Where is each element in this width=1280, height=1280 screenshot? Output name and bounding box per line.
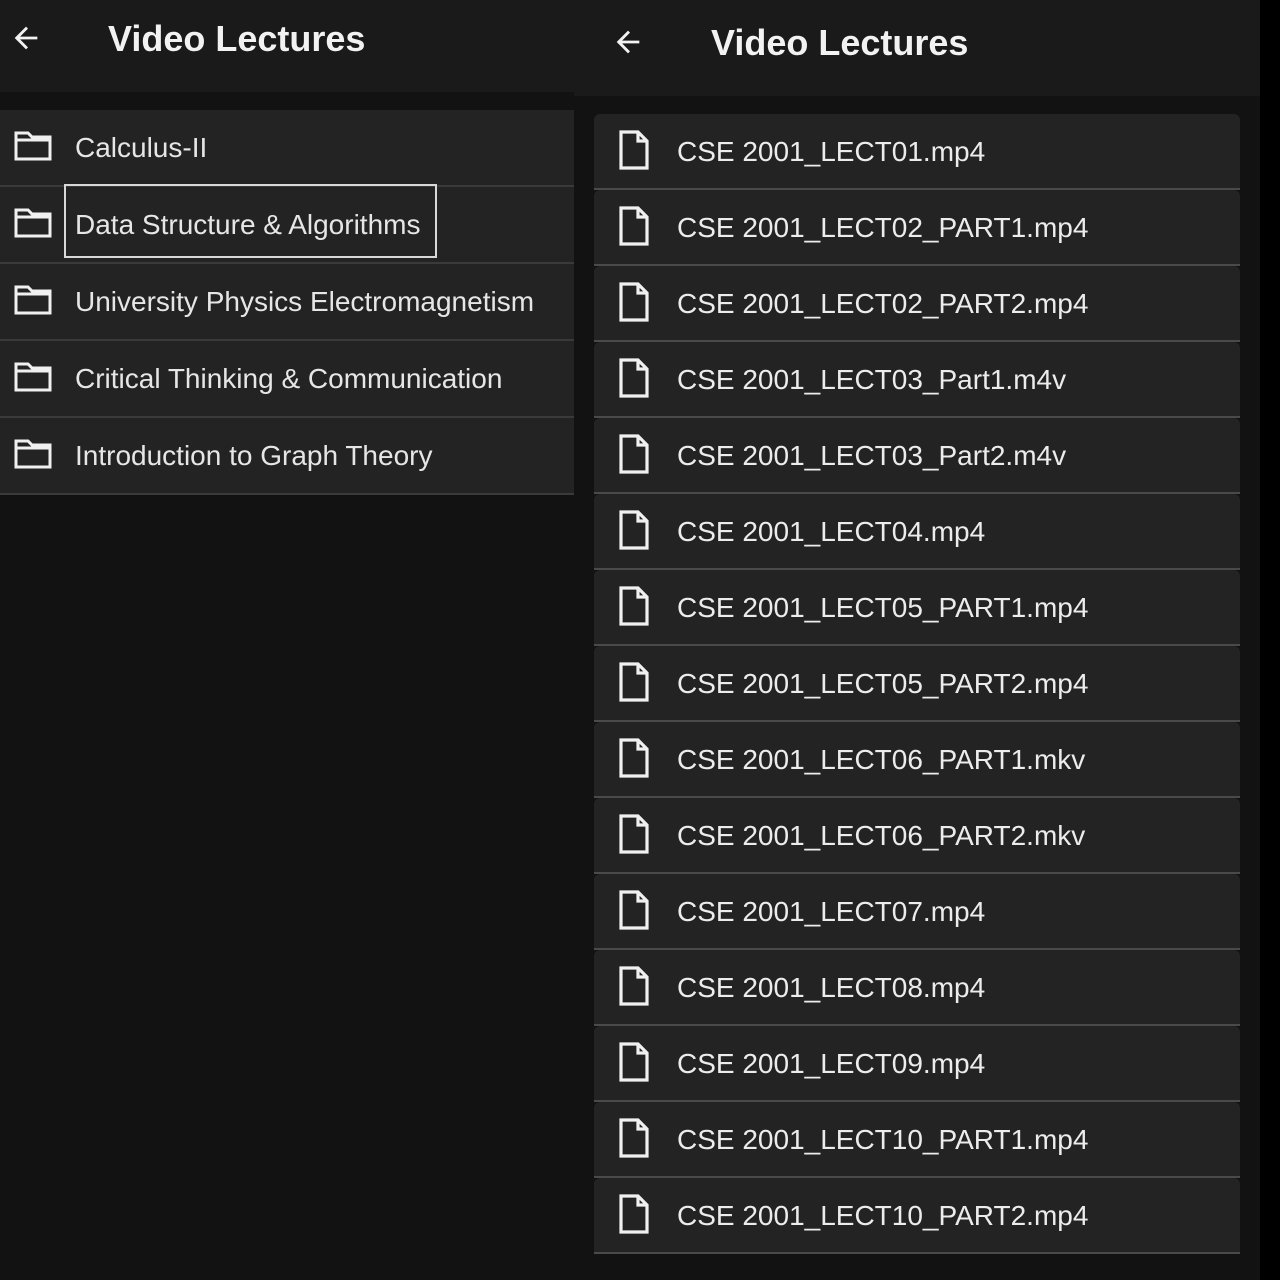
app-bar: Video Lectures	[0, 0, 574, 92]
file-icon	[618, 662, 650, 702]
file-icon	[618, 1194, 650, 1234]
file-icon	[618, 358, 650, 398]
file-item[interactable]: CSE 2001_LECT10_PART2.mp4	[594, 1178, 1240, 1254]
folder-label: Calculus-II	[75, 132, 208, 163]
file-icon	[618, 282, 650, 322]
file-label: CSE 2001_LECT10_PART1.mp4	[677, 1124, 1089, 1155]
file-list: CSE 2001_LECT01.mp4 CSE 2001_LECT02_PART1…	[594, 114, 1240, 1254]
page-title: Video Lectures	[108, 18, 366, 59]
file-browser-panel: Video Lectures CSE 2001_LECT01.mp4 CSE 20…	[574, 0, 1260, 1280]
file-item[interactable]: CSE 2001_LECT06_PART1.mkv	[594, 722, 1240, 798]
arrow-left-icon	[611, 25, 645, 59]
file-label: CSE 2001_LECT10_PART2.mp4	[677, 1200, 1089, 1231]
file-item[interactable]: CSE 2001_LECT06_PART2.mkv	[594, 798, 1240, 874]
folder-label: Critical Thinking & Communication	[75, 363, 503, 394]
folder-label: Introduction to Graph Theory	[75, 440, 433, 471]
folder-label: University Physics Electromagnetism	[75, 286, 535, 317]
file-label: CSE 2001_LECT04.mp4	[677, 516, 986, 547]
folder-icon	[14, 439, 52, 469]
file-item[interactable]: CSE 2001_LECT05_PART2.mp4	[594, 646, 1240, 722]
file-icon	[618, 966, 650, 1006]
folder-item-critical-thinking[interactable]: Critical Thinking & Communication	[0, 341, 574, 418]
folder-icon	[14, 208, 52, 238]
folder-list: Calculus-II Data Structure & Algorithms …	[0, 110, 574, 495]
folder-item-graph-theory[interactable]: Introduction to Graph Theory	[0, 418, 574, 495]
file-item[interactable]: CSE 2001_LECT02_PART1.mp4	[594, 190, 1240, 266]
file-item[interactable]: CSE 2001_LECT07.mp4	[594, 874, 1240, 950]
file-label: CSE 2001_LECT02_PART2.mp4	[677, 288, 1089, 319]
file-label: CSE 2001_LECT05_PART2.mp4	[677, 668, 1089, 699]
file-label: CSE 2001_LECT03_Part1.m4v	[677, 364, 1067, 395]
app-bar: Video Lectures	[574, 0, 1260, 96]
back-button[interactable]	[604, 18, 652, 66]
arrow-left-icon	[9, 21, 43, 55]
file-item[interactable]: CSE 2001_LECT02_PART2.mp4	[594, 266, 1240, 342]
file-icon	[618, 1042, 650, 1082]
file-icon	[618, 738, 650, 778]
file-icon	[618, 1118, 650, 1158]
file-label: CSE 2001_LECT06_PART2.mkv	[677, 820, 1086, 851]
file-item[interactable]: CSE 2001_LECT08.mp4	[594, 950, 1240, 1026]
folder-item-data-structure-algorithms[interactable]: Data Structure & Algorithms	[0, 184, 574, 264]
folder-label: Data Structure & Algorithms	[75, 209, 421, 240]
file-label: CSE 2001_LECT08.mp4	[677, 972, 986, 1003]
file-label: CSE 2001_LECT03_Part2.m4v	[677, 440, 1067, 471]
file-item[interactable]: CSE 2001_LECT03_Part2.m4v	[594, 418, 1240, 494]
file-icon	[618, 586, 650, 626]
folder-item-university-physics[interactable]: University Physics Electromagnetism	[0, 264, 574, 341]
file-icon	[618, 206, 650, 246]
folder-item-calculus-ii[interactable]: Calculus-II	[0, 110, 574, 187]
file-icon	[618, 890, 650, 930]
file-label: CSE 2001_LECT07.mp4	[677, 896, 986, 927]
folder-icon	[14, 285, 52, 315]
file-item[interactable]: CSE 2001_LECT10_PART1.mp4	[594, 1102, 1240, 1178]
file-label: CSE 2001_LECT05_PART1.mp4	[677, 592, 1089, 623]
file-label: CSE 2001_LECT09.mp4	[677, 1048, 986, 1079]
file-item[interactable]: CSE 2001_LECT03_Part1.m4v	[594, 342, 1240, 418]
file-label: CSE 2001_LECT06_PART1.mkv	[677, 744, 1086, 775]
file-icon	[618, 814, 650, 854]
file-label: CSE 2001_LECT02_PART1.mp4	[677, 212, 1089, 243]
folder-icon	[14, 362, 52, 392]
file-item[interactable]: CSE 2001_LECT04.mp4	[594, 494, 1240, 570]
file-icon	[618, 510, 650, 550]
file-item[interactable]: CSE 2001_LECT05_PART1.mp4	[594, 570, 1240, 646]
file-item[interactable]: CSE 2001_LECT09.mp4	[594, 1026, 1240, 1102]
file-label: CSE 2001_LECT01.mp4	[677, 136, 986, 167]
back-button[interactable]	[2, 14, 50, 62]
file-icon	[618, 130, 650, 170]
file-item[interactable]: CSE 2001_LECT01.mp4	[594, 114, 1240, 190]
folder-browser-panel: Video Lectures Calculus-II Data Structur…	[0, 0, 574, 1280]
page-title: Video Lectures	[711, 22, 969, 63]
screen-edge	[1260, 0, 1280, 1280]
file-icon	[618, 434, 650, 474]
folder-icon	[14, 131, 52, 161]
